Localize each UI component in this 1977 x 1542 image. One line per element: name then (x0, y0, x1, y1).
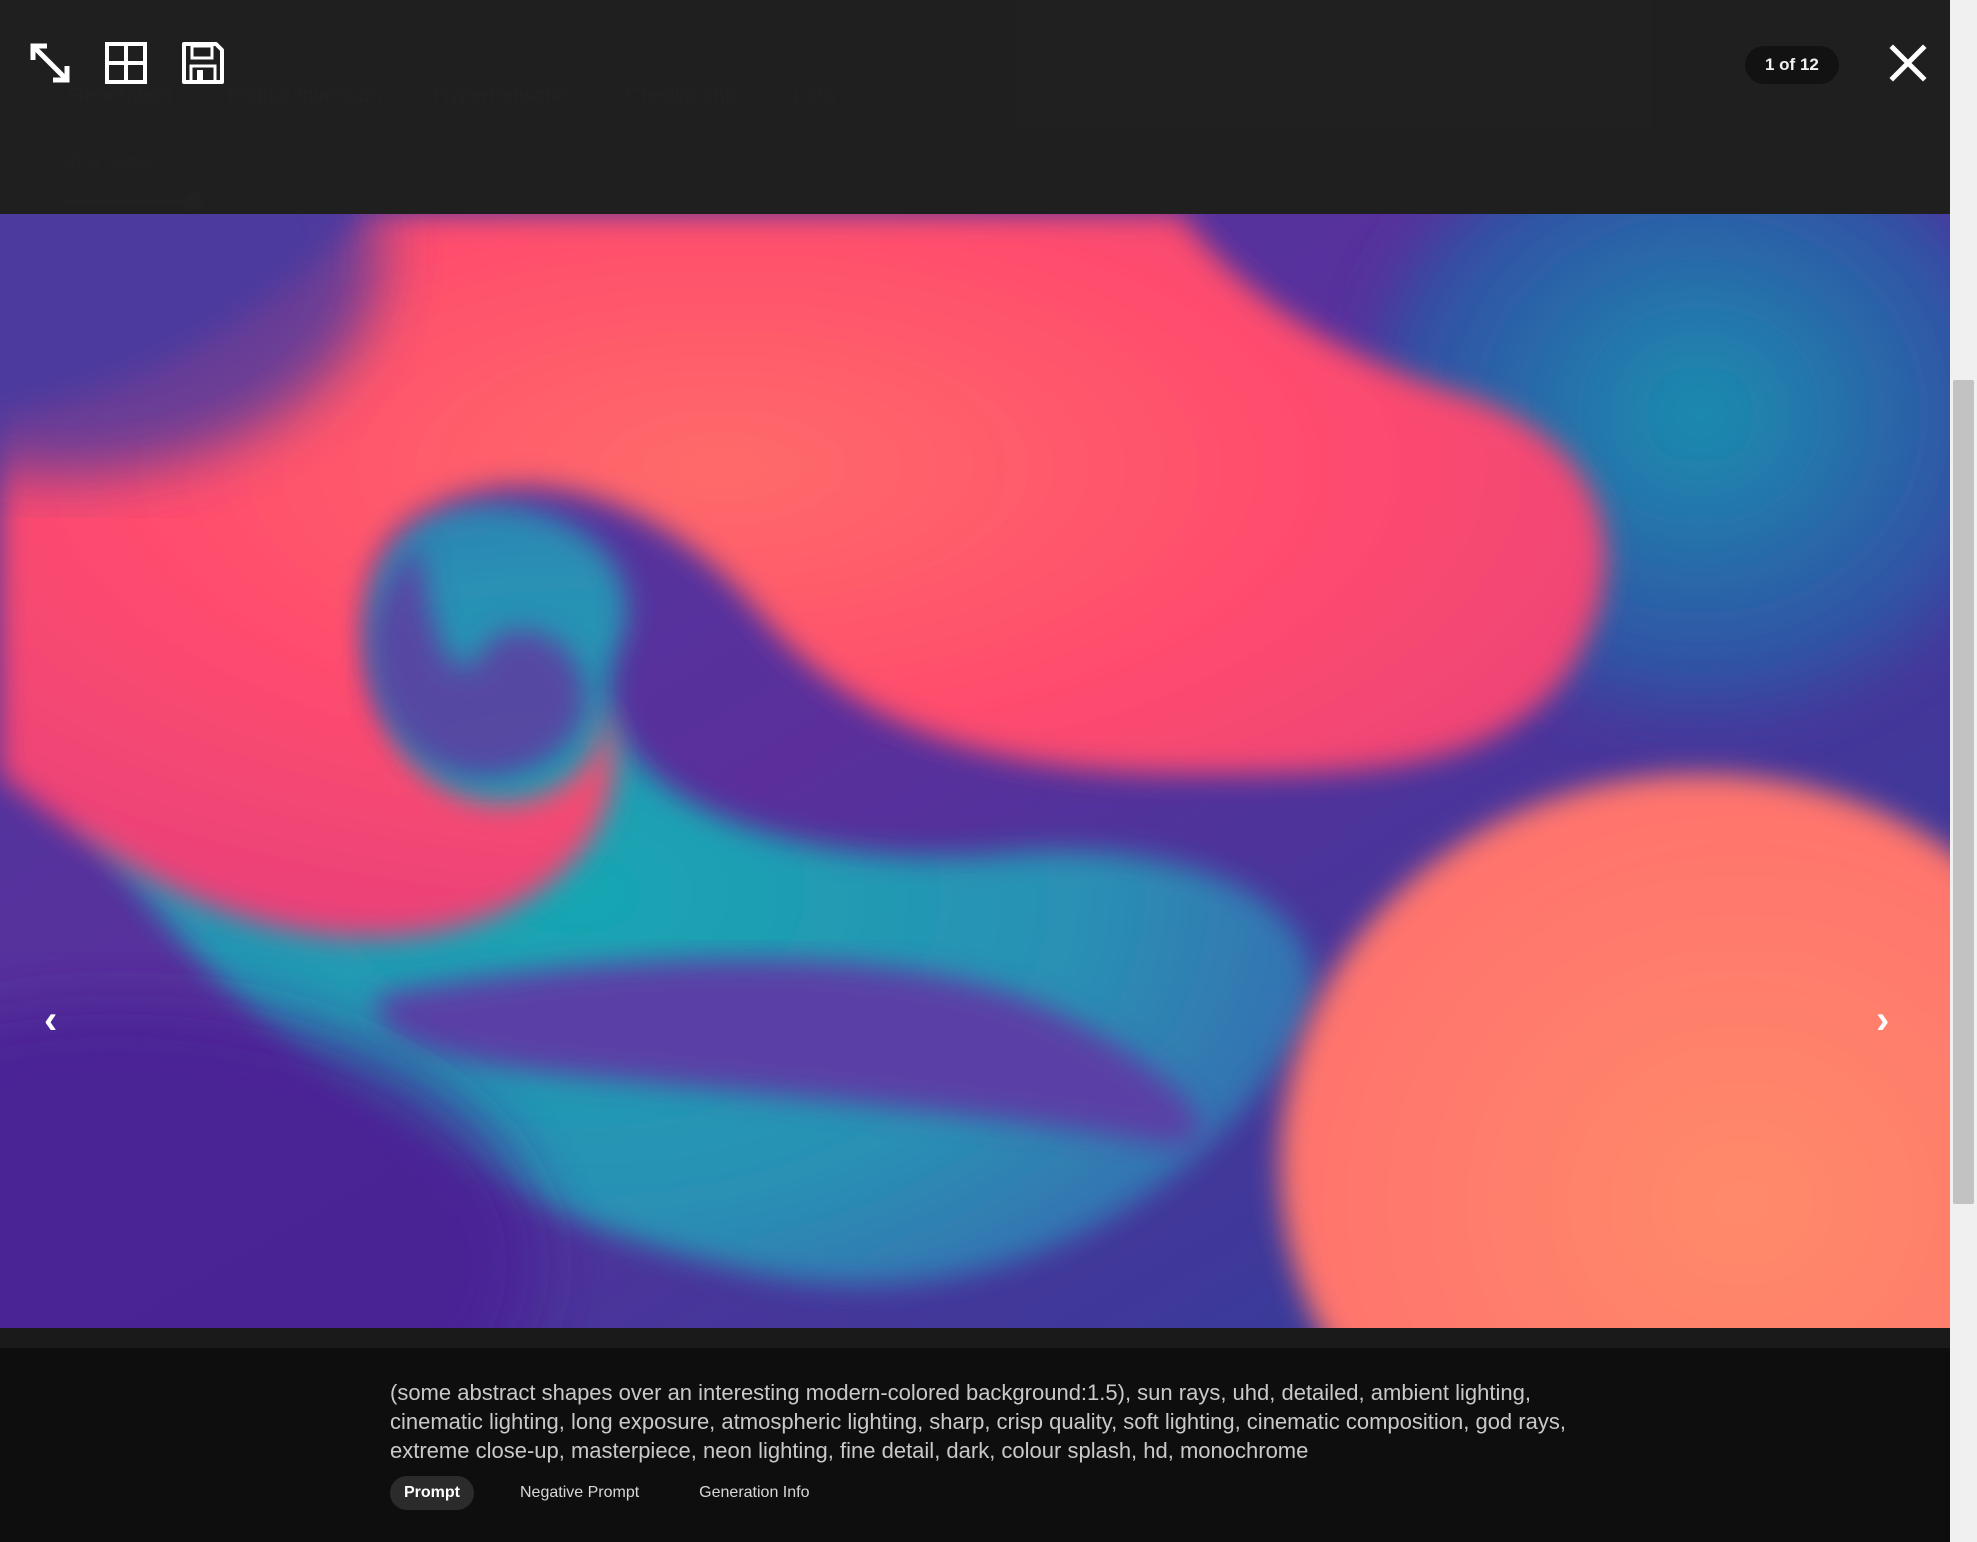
caption-tab-negative-prompt[interactable]: Negative Prompt (506, 1476, 653, 1510)
next-image-button[interactable]: › (1876, 1000, 1889, 1040)
caption-tab-prompt[interactable]: Prompt (390, 1476, 474, 1510)
caption-divider (0, 1328, 1950, 1348)
prev-image-button[interactable]: ‹ (44, 1000, 57, 1040)
image-counter: 1 of 12 (1745, 46, 1839, 84)
caption-tabs: Prompt Negative Prompt Generation Info (390, 1476, 823, 1510)
caption-tab-generation-info[interactable]: Generation Info (685, 1476, 823, 1510)
close-icon (1889, 44, 1927, 82)
expand-arrows-icon (30, 43, 70, 83)
floppy-disk-icon (182, 42, 224, 84)
grid-icon (105, 42, 147, 84)
lightbox-caption-panel: (some abstract shapes over an interestin… (0, 1328, 1950, 1542)
prompt-caption: (some abstract shapes over an interestin… (390, 1380, 1566, 1463)
fullscreen-button[interactable] (25, 38, 75, 88)
save-image-button[interactable] (178, 38, 228, 88)
page-scrollbar-thumb[interactable] (1953, 380, 1974, 1204)
grid-view-button[interactable] (101, 38, 151, 88)
lightbox-image: ‹ › (0, 214, 1950, 1328)
lightbox-toolbar: 1 of 12 (0, 0, 1950, 214)
generated-abstract-image (0, 214, 1950, 1328)
close-button[interactable] (1885, 40, 1931, 86)
